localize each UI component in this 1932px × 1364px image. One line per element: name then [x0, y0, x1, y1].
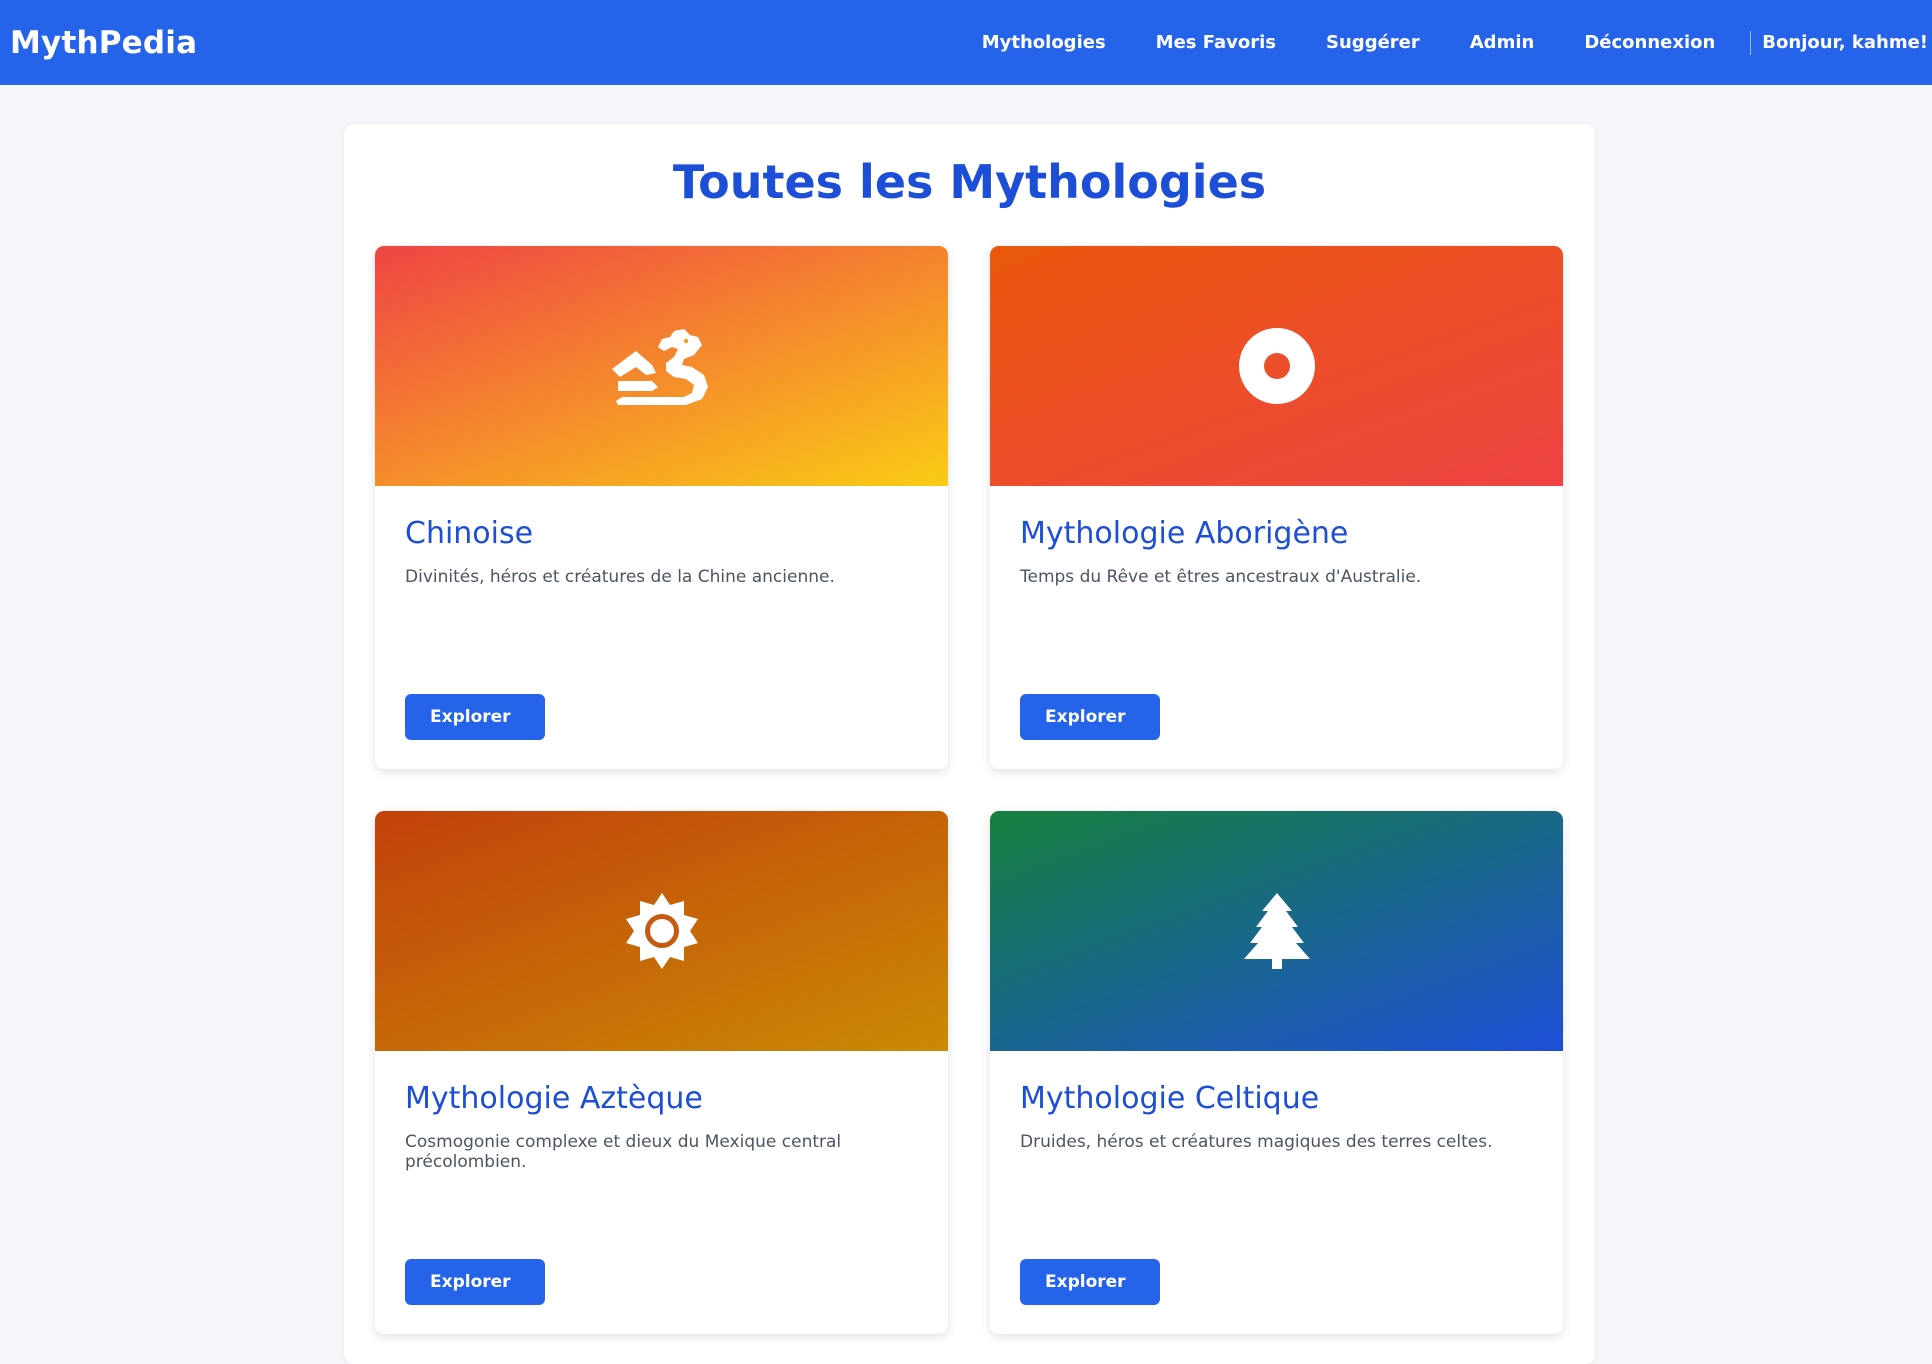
mythology-card-chinese: Chinoise Divinités, héros et créatures d…: [375, 246, 948, 769]
mythology-card-aztec: Mythologie Aztèque Cosmogonie complexe e…: [375, 811, 948, 1334]
tree-icon: [1243, 893, 1310, 969]
nav-link-logout[interactable]: Déconnexion: [1584, 32, 1715, 53]
sun-icon: [625, 893, 698, 969]
card-title: Chinoise: [405, 516, 534, 551]
card-title: Mythologie Aborigène: [1020, 516, 1349, 551]
navbar: MythPedia Mythologies Mes Favoris Suggér…: [0, 0, 1932, 85]
card-description: Divinités, héros et créatures de la Chin…: [405, 567, 835, 587]
explore-button[interactable]: Explorer: [1020, 1259, 1160, 1305]
mythology-grid: Chinoise Divinités, héros et créatures d…: [375, 246, 1563, 1334]
nav-links: Mythologies Mes Favoris Suggérer Admin D…: [957, 0, 1928, 85]
brand-logo[interactable]: MythPedia: [10, 25, 197, 61]
explore-button[interactable]: Explorer: [405, 694, 545, 740]
mythology-card-aboriginal: Mythologie Aborigène Temps du Rêve et êt…: [990, 246, 1563, 769]
card-banner: [990, 246, 1563, 486]
nav-separator: [1750, 30, 1752, 55]
circle-dot-icon: [1238, 328, 1315, 404]
card-banner: [375, 246, 948, 486]
card-title: Mythologie Aztèque: [405, 1081, 703, 1116]
page-title: Toutes les Mythologies: [672, 155, 1267, 209]
nav-link-suggest[interactable]: Suggérer: [1326, 32, 1420, 53]
explore-button[interactable]: Explorer: [1020, 694, 1160, 740]
card-description: Temps du Rêve et êtres ancestraux d'Aust…: [1020, 567, 1422, 587]
nav-link-favorites[interactable]: Mes Favoris: [1156, 32, 1276, 53]
nav-link-admin[interactable]: Admin: [1470, 32, 1535, 53]
main-container: Toutes les Mythologies Chinoise Divinité…: [344, 124, 1595, 1364]
card-banner: [375, 811, 948, 1051]
card-description: Druides, héros et créatures magiques des…: [1020, 1132, 1493, 1152]
card-title: Mythologie Celtique: [1020, 1081, 1320, 1116]
card-banner: [990, 811, 1563, 1051]
user-greeting: Bonjour, kahme!: [1762, 32, 1928, 53]
mythology-card-celtic: Mythologie Celtique Druides, héros et cr…: [990, 811, 1563, 1334]
explore-button[interactable]: Explorer: [405, 1259, 545, 1305]
card-description: Cosmogonie complexe et dieux du Mexique …: [405, 1132, 842, 1172]
nav-link-mythologies[interactable]: Mythologies: [982, 32, 1106, 53]
dragon-icon: [611, 329, 708, 405]
